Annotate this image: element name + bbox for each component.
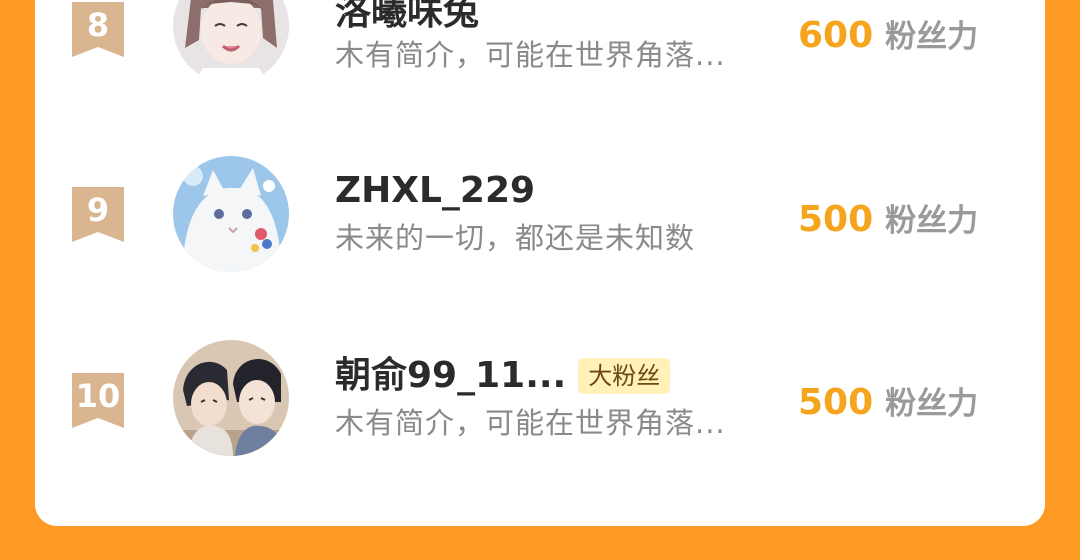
user-name-line: 朝俞99_11... 大粉丝 <box>335 354 671 398</box>
user-name-line: ZHXL_229 <box>335 169 535 213</box>
avatar-white-cat-icon <box>173 156 289 272</box>
fans-power-value: 500 <box>798 382 874 423</box>
rank-badge: 10 <box>72 373 124 428</box>
rank-badge: 8 <box>72 2 124 57</box>
rank-badge: 9 <box>72 187 124 242</box>
user-name-line: 洛曦味兔 <box>335 0 479 35</box>
rank-number: 8 <box>86 6 110 44</box>
avatar-anime-boy-icon <box>173 0 289 84</box>
user-bio: 未来的一切，都还是未知数 <box>335 221 696 255</box>
user-avatar[interactable] <box>173 156 289 272</box>
rank-number: 9 <box>86 191 110 229</box>
fans-power: 600 粉丝力 <box>798 11 978 56</box>
ranking-row-9[interactable]: 9 ZHXL_229 未来的一切，都还是未知数 500 粉丝力 <box>0 140 1080 290</box>
user-bio: 木有简介，可能在世界角落... <box>335 406 726 440</box>
rank-number: 10 <box>75 377 121 415</box>
fans-power: 500 粉丝力 <box>798 378 978 423</box>
ranking-row-10[interactable]: 10 朝俞99_11... 大粉丝 木有简介，可能在世界角落... 500 粉丝… <box>0 326 1080 476</box>
fans-power-value: 500 <box>798 199 874 240</box>
user-name[interactable]: ZHXL_229 <box>335 169 535 213</box>
fans-power: 500 粉丝力 <box>798 195 978 240</box>
user-name[interactable]: 朝俞99_11... <box>335 354 566 398</box>
fans-power-value: 600 <box>798 15 874 56</box>
user-avatar[interactable] <box>173 0 289 84</box>
avatar-two-boys-icon <box>173 340 289 456</box>
user-avatar[interactable] <box>173 340 289 456</box>
big-fan-tag: 大粉丝 <box>578 358 671 394</box>
user-name[interactable]: 洛曦味兔 <box>335 0 479 35</box>
fans-power-unit: 粉丝力 <box>885 19 979 55</box>
fans-power-unit: 粉丝力 <box>885 386 979 422</box>
fans-power-unit: 粉丝力 <box>885 203 979 239</box>
ranking-row-8[interactable]: 8 洛曦味兔 木有简介，可能在世界角落... 600 粉丝力 <box>0 0 1080 105</box>
user-bio: 木有简介，可能在世界角落... <box>335 38 726 72</box>
